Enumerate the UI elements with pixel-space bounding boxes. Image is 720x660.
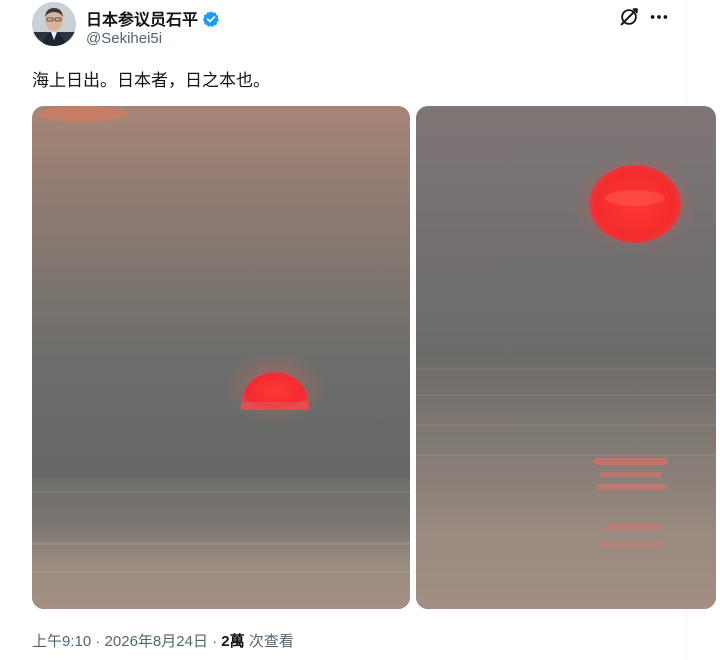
tweet-detail: 日本参议员石平 @Sekihei5i 海上日出。日本者，日之本也。 上午9:10… <box>0 0 720 660</box>
grok-icon[interactable] <box>618 6 640 28</box>
timestamp-date[interactable]: 2026年8月24日 <box>105 633 208 650</box>
tweet-photo-1[interactable] <box>32 106 410 609</box>
display-name[interactable]: 日本参议员石平 <box>86 12 198 29</box>
tweet-header: 日本参议员石平 @Sekihei5i <box>32 2 682 54</box>
display-name-row[interactable]: 日本参议员石平 <box>86 6 220 30</box>
handle[interactable]: @Sekihei5i <box>86 30 162 47</box>
meta-separator: · <box>212 633 218 650</box>
views-count[interactable]: 2萬 <box>221 633 244 650</box>
avatar[interactable] <box>32 2 76 46</box>
views-label[interactable]: 次查看 <box>249 633 294 650</box>
tweet-text: 海上日出。日本者，日之本也。 <box>32 71 270 90</box>
meta-separator: · <box>95 633 101 650</box>
verified-badge-icon[interactable] <box>202 10 220 28</box>
timestamp-time[interactable]: 上午9:10 <box>32 633 91 650</box>
tweet-meta: 上午9:10 · 2026年8月24日 · 2萬 次查看 <box>32 630 294 651</box>
more-icon[interactable] <box>648 6 670 28</box>
tweet-photo-2[interactable] <box>416 106 716 609</box>
